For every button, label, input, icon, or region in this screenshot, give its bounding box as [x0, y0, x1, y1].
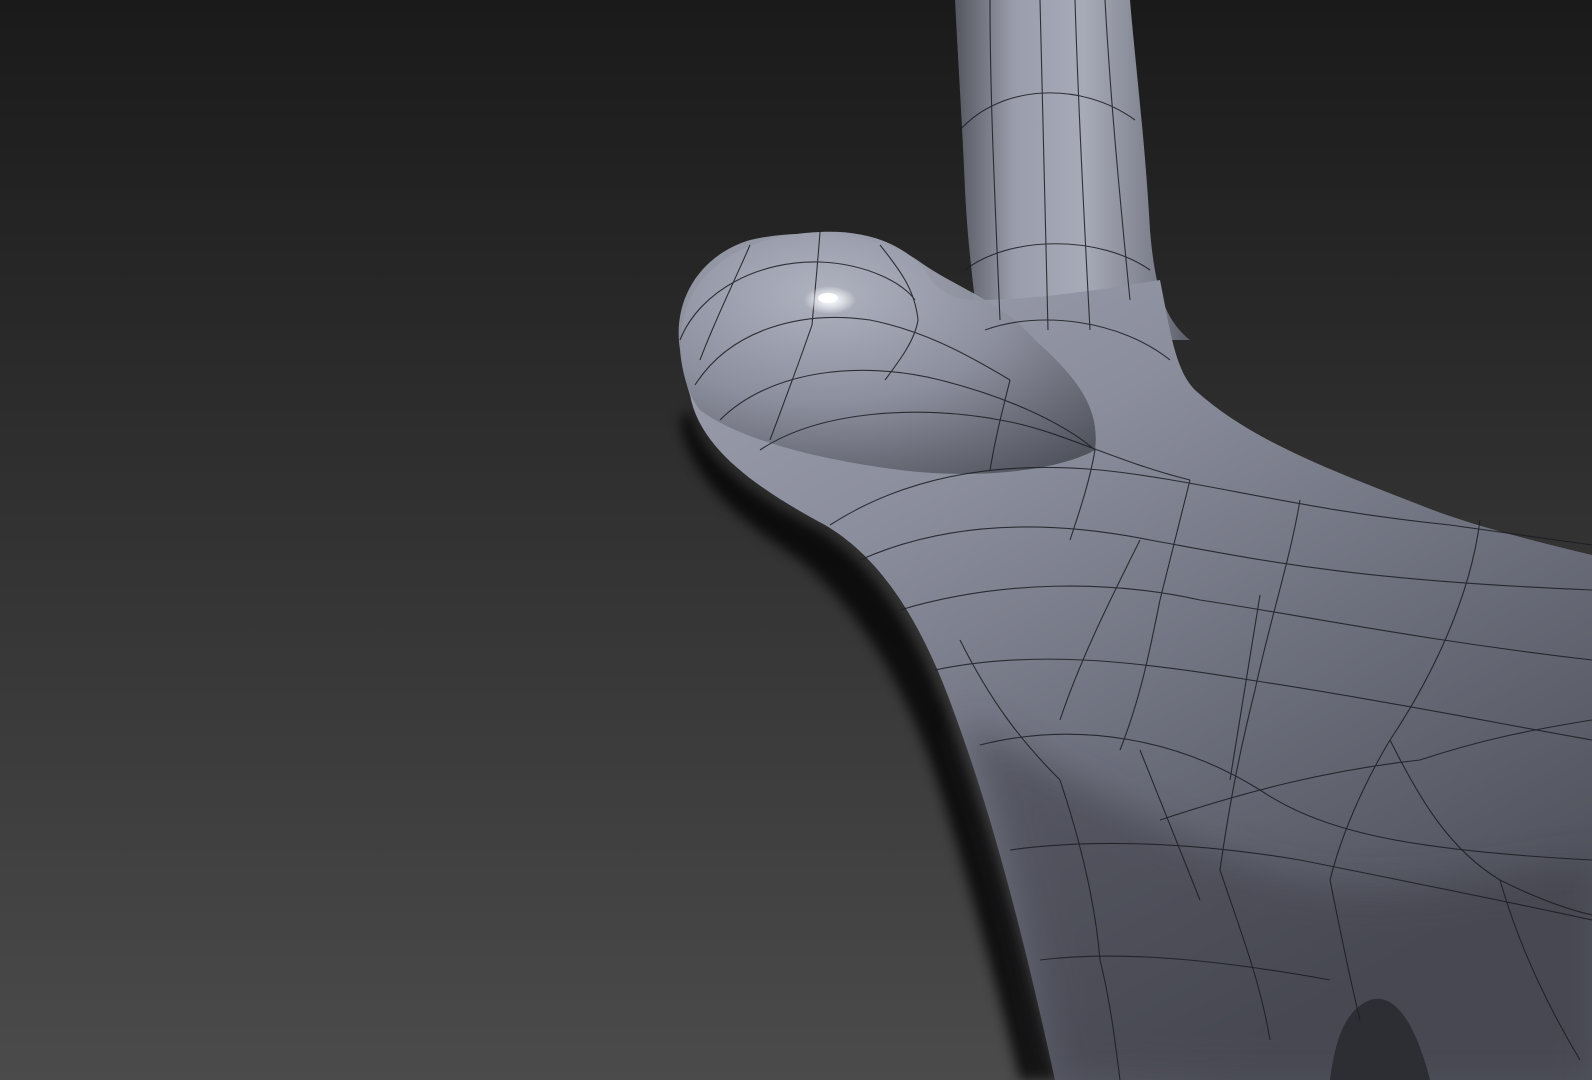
- specular-core: [818, 293, 838, 303]
- viewport-canvas[interactable]: [0, 0, 1592, 1080]
- 3d-viewport[interactable]: [0, 0, 1592, 1080]
